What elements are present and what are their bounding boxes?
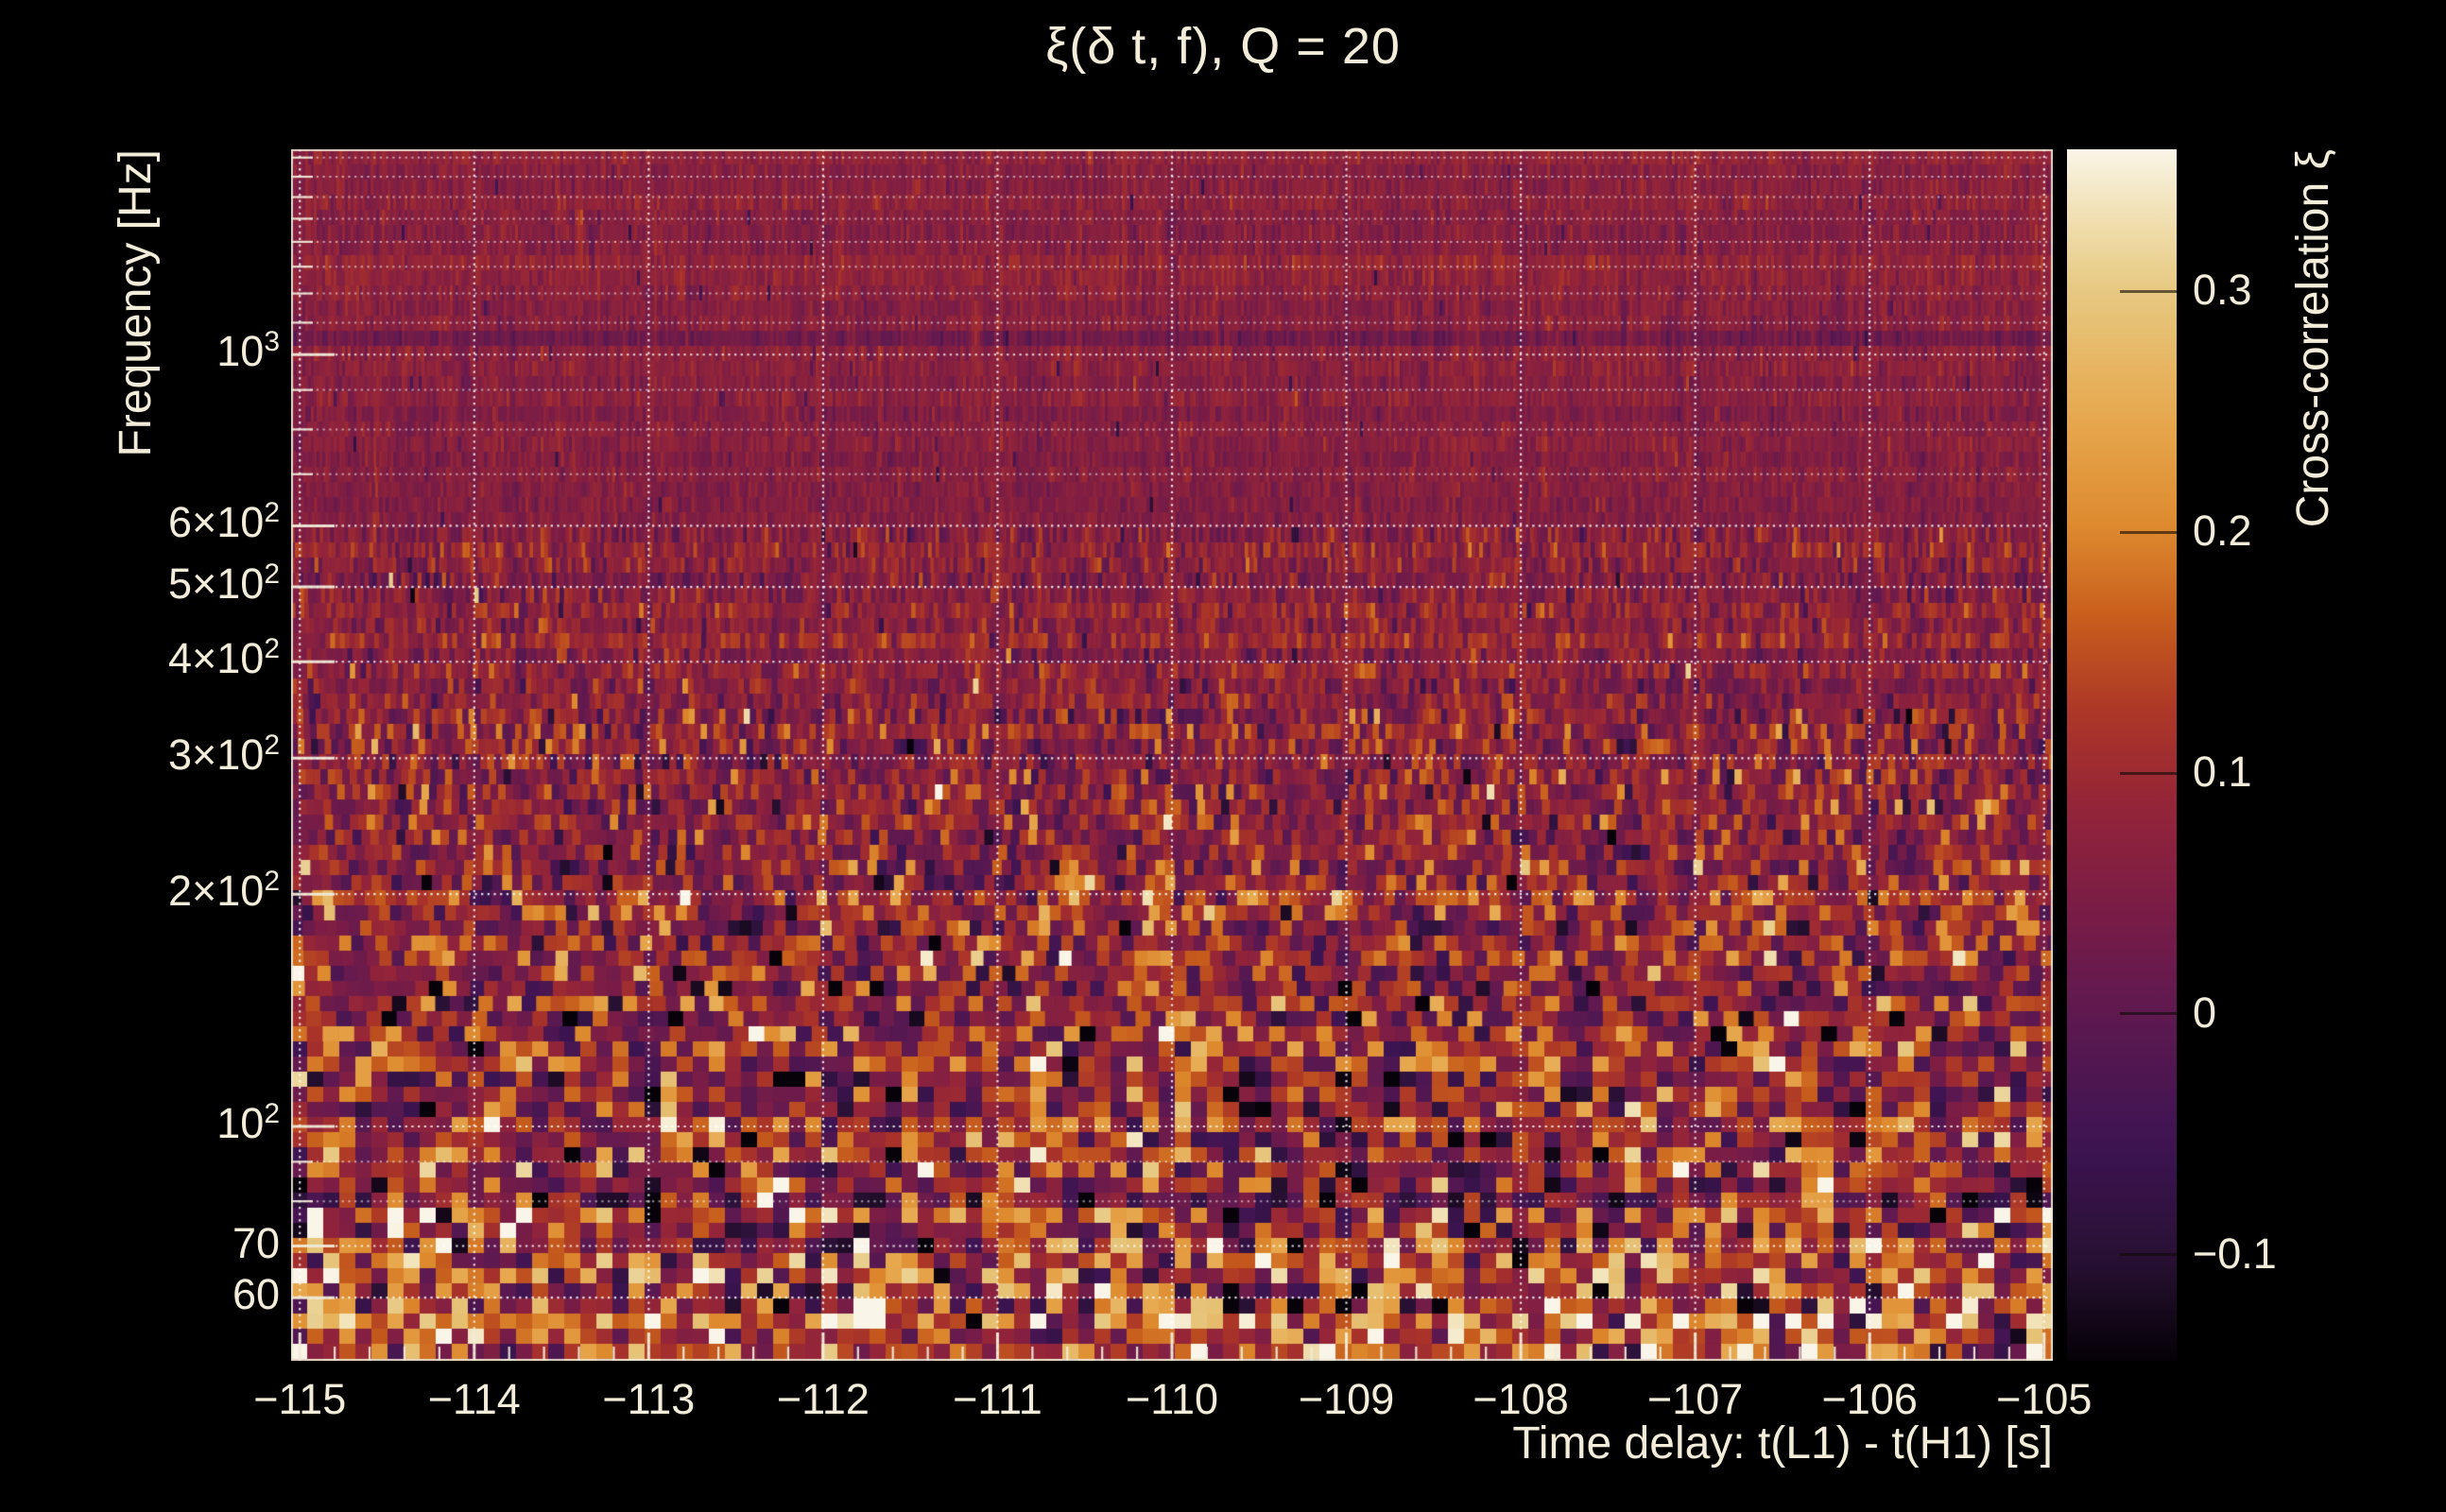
colorbar-tick-label: 0.1	[2193, 747, 2252, 797]
colorbar-tick-label: 0	[2193, 988, 2217, 1037]
colorbar-tick-mark	[2120, 1253, 2177, 1257]
x-tick-label: −113	[602, 1375, 696, 1423]
y-axis-title: Frequency [Hz]	[111, 149, 161, 457]
y-tick-label: 60	[232, 1270, 280, 1319]
colorbar-tick-mark	[2120, 771, 2177, 775]
x-axis-title: Time delay: t(L1) - t(H1) [s]	[1512, 1418, 2053, 1469]
colorbar-tick-mark	[2120, 1012, 2177, 1016]
x-tick-label: −105	[1996, 1375, 2093, 1423]
colorbar-tick-mark	[2120, 530, 2177, 534]
x-tick-label: −114	[427, 1375, 521, 1423]
plot-title: ξ(δ t, f), Q = 20	[1045, 18, 1401, 75]
colorbar-tick-label: 0.3	[2193, 266, 2252, 315]
x-tick-label: −112	[776, 1375, 870, 1423]
x-tick-label: −106	[1821, 1375, 1918, 1423]
colorbar-gradient	[2067, 149, 2177, 1361]
colorbar-tick-label: −0.1	[2193, 1228, 2277, 1278]
y-tick-label: 102	[216, 1097, 280, 1147]
x-tick-label: −110	[1125, 1375, 1219, 1423]
y-tick-label: 70	[232, 1218, 280, 1267]
x-tick-label: −115	[253, 1375, 347, 1423]
x-tick-label: −111	[953, 1375, 1042, 1423]
y-tick-label: 2×102	[167, 866, 280, 916]
colorbar-title: Cross-correlation ξ	[2288, 149, 2338, 528]
y-tick-label: 3×102	[167, 730, 280, 780]
y-tick-label: 4×102	[167, 633, 280, 683]
heatmap-plot-area	[291, 149, 2053, 1361]
colorbar-tick-label: 0.2	[2193, 507, 2252, 556]
x-tick-label: −107	[1646, 1375, 1744, 1423]
y-tick-label: 103	[216, 326, 280, 376]
root-canvas: ξ(δ t, f), Q = 20 Frequency [Hz] Time de…	[0, 0, 2446, 1512]
y-tick-label: 5×102	[167, 558, 280, 609]
x-tick-label: −109	[1298, 1375, 1395, 1423]
x-tick-label: −108	[1473, 1375, 1569, 1423]
colorbar-tick-mark	[2120, 289, 2177, 293]
y-tick-label: 6×102	[167, 497, 280, 547]
